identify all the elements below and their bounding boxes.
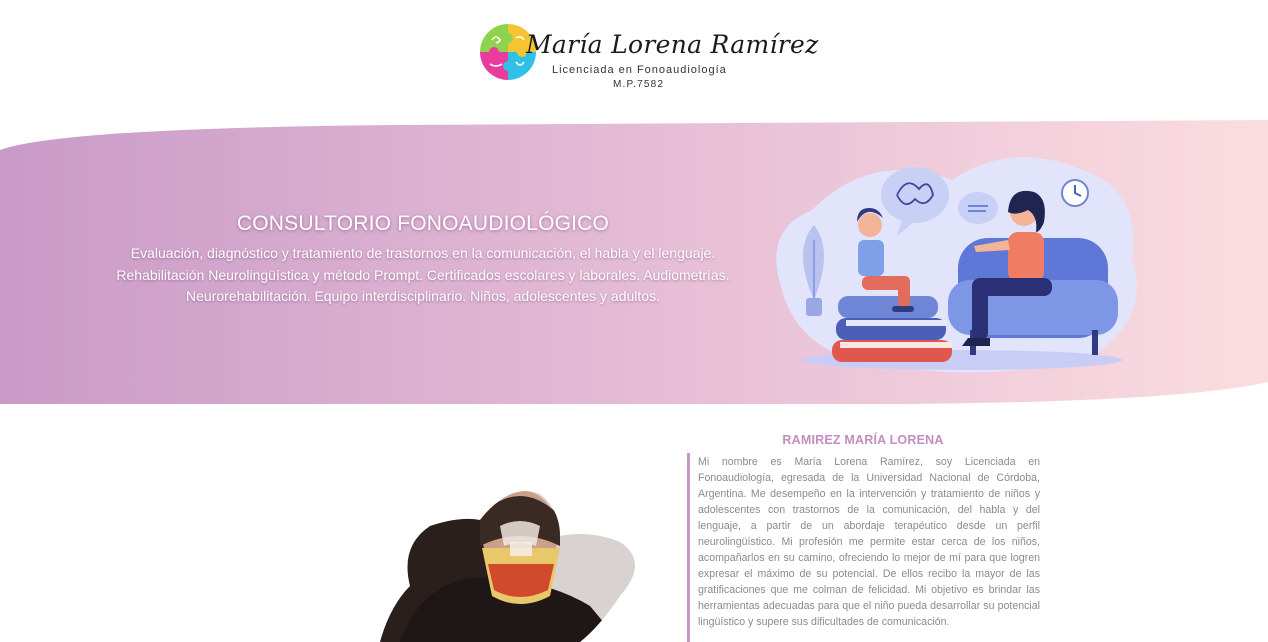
- bio-text: Mi nombre es María Lorena Ramírez, soy L…: [698, 456, 1040, 628]
- profile-photo: [380, 491, 635, 642]
- brand-logo[interactable]: María Lorena Ramírez Licenciada en Fonoa…: [476, 18, 818, 98]
- therapy-illustration-icon: [776, 157, 1137, 373]
- hero-line: Evaluación, diagnóstico y tratamiento de…: [130, 245, 716, 261]
- hero-banner: CONSULTORIO FONOAUDIOLÓGICO Evaluación, …: [0, 120, 1268, 410]
- site-header: María Lorena Ramírez Licenciada en Fonoa…: [0, 0, 1268, 120]
- brand-registration: M.P.7582: [613, 79, 665, 90]
- brand-name: María Lorena Ramírez: [526, 30, 819, 59]
- hero-line: Neurorehabilitación. Equipo interdiscipl…: [186, 288, 660, 304]
- bio-accent-bar: [687, 453, 690, 642]
- hero-line: Rehabilitación Neurolingüística y método…: [116, 266, 730, 283]
- hero-description: Evaluación, diagnóstico y tratamiento de…: [100, 243, 746, 308]
- hero-title: CONSULTORIO FONOAUDIOLÓGICO: [236, 212, 610, 235]
- bio-title: RAMIREZ MARÍA LORENA: [782, 433, 944, 447]
- brand-subtitle: Licenciada en Fonoaudiología: [552, 64, 727, 76]
